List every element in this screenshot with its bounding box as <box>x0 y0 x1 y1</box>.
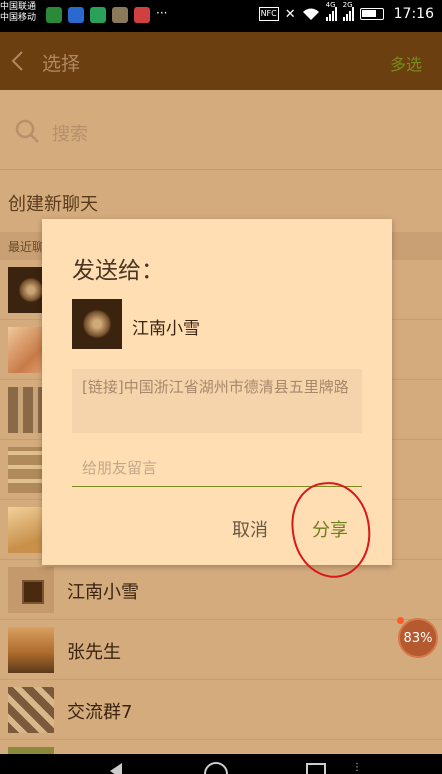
divider <box>0 169 442 170</box>
nav-recents-icon[interactable] <box>306 763 326 774</box>
list-item[interactable]: 交流群7 <box>0 680 442 740</box>
multi-select-button[interactable]: 多选 <box>390 51 422 75</box>
cancel-button[interactable]: 取消 <box>232 516 268 542</box>
avatar <box>8 567 54 613</box>
app-notification-icon <box>46 7 62 23</box>
list-item[interactable]: 江南小雪 <box>0 560 442 620</box>
signal-2g-label: 2G <box>342 1 353 9</box>
app-notification-icon <box>134 7 150 23</box>
page-title: 选择 <box>42 53 81 75</box>
recipient-avatar <box>72 299 122 349</box>
signal-4g-label: 4G <box>325 1 336 9</box>
battery-icon <box>359 8 384 20</box>
mute-icon: ✕ <box>284 6 296 22</box>
clock: 17:16 <box>393 6 434 22</box>
link-preview: [链接]中国浙江省湖州市德清县五里牌路 <box>72 369 362 433</box>
chat-name: 交流群7 <box>67 702 133 723</box>
nav-back-icon[interactable] <box>110 763 122 774</box>
chat-name: 江南小雪 <box>67 582 139 603</box>
carrier-labels: 中国联通 中国移动 <box>0 2 36 24</box>
message-input[interactable]: 给朋友留言 <box>72 451 362 487</box>
recipient-name: 江南小雪 <box>132 319 200 339</box>
carrier-2: 中国移动 <box>0 13 37 23</box>
avatar <box>8 627 54 673</box>
avatar <box>8 687 54 733</box>
app-notification-icon <box>68 7 84 23</box>
nav-menu-icon[interactable]: ⋮ <box>352 762 364 774</box>
nfc-icon: NFC <box>258 7 279 21</box>
wifi-icon <box>302 8 319 20</box>
nav-home-icon[interactable] <box>204 762 228 774</box>
list-item[interactable]: 张先生 <box>0 620 442 680</box>
status-bar: 中国联通 中国移动 ··· NFC ✕ 4G 2G 17:16 <box>0 0 442 32</box>
badge-dot <box>397 617 404 624</box>
create-new-chat-item[interactable]: 创建新聊天 <box>8 190 98 216</box>
signal-2g-icon: 2G <box>342 1 354 21</box>
wechat-notification-icon <box>90 7 106 23</box>
app-header: 选择 多选 <box>0 32 442 90</box>
app-notification-icon <box>112 7 128 23</box>
search-icon <box>15 119 39 143</box>
notification-icons: ··· <box>46 7 167 23</box>
more-notifications-icon: ··· <box>156 6 168 20</box>
chat-name: 张先生 <box>67 642 121 663</box>
carrier-1: 中国联通 <box>0 2 37 12</box>
search-bar[interactable]: 搜索 <box>0 90 442 170</box>
status-icons: NFC ✕ 4G 2G 17:16 <box>258 1 434 22</box>
signal-4g-icon: 4G <box>325 1 337 21</box>
speed-badge[interactable]: 83% <box>398 618 438 658</box>
back-arrow-icon[interactable] <box>10 50 24 72</box>
search-input[interactable]: 搜索 <box>52 120 88 146</box>
system-nav-bar: ⋮ <box>0 754 442 774</box>
dialog-title: 发送给： <box>72 258 164 284</box>
